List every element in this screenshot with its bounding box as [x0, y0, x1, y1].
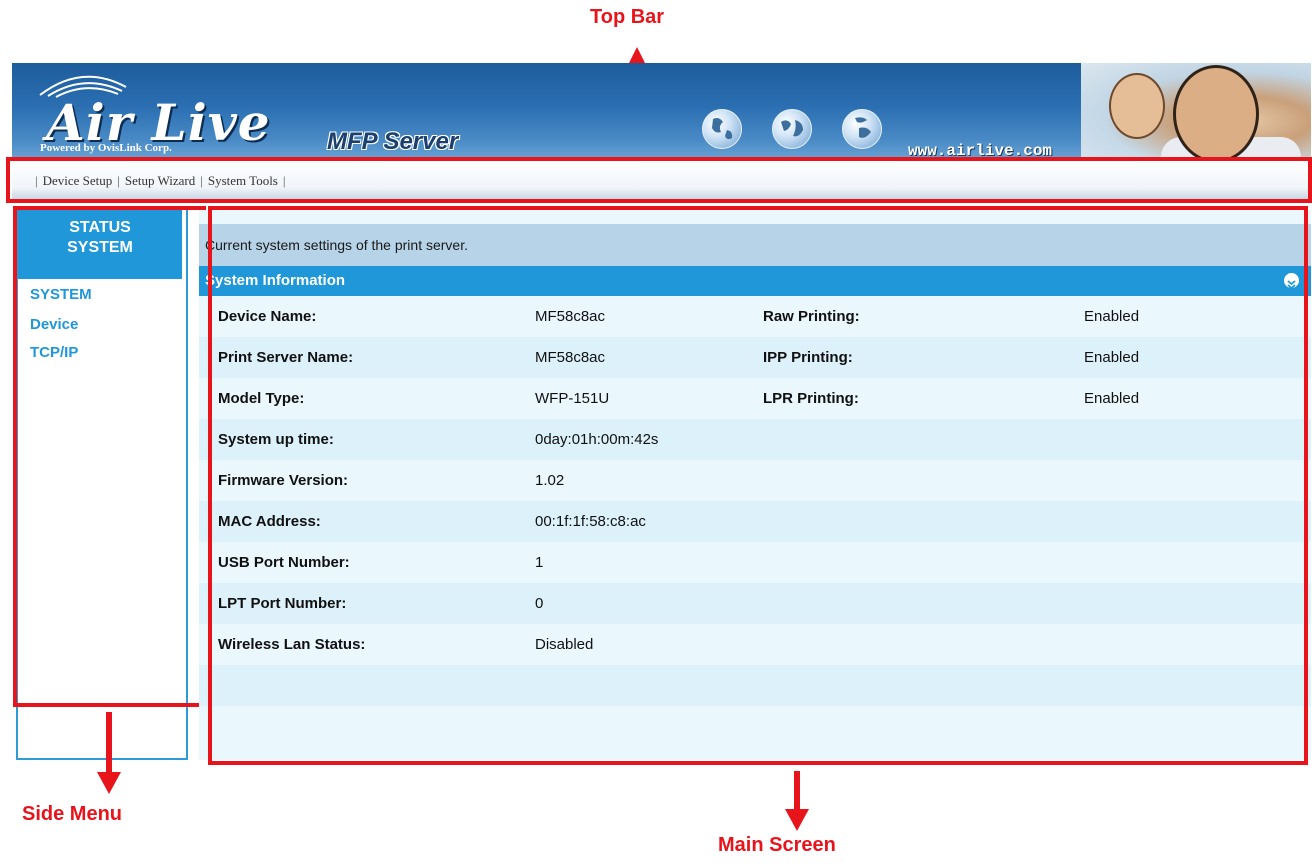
airlive-logo: Air Live Powered by OvisLink Corp.	[30, 69, 305, 154]
side-menu-highlight-box	[13, 206, 206, 707]
product-name: MFP Server	[327, 128, 459, 155]
top-bar-highlight-box	[6, 157, 1312, 203]
header-banner: Air Live Powered by OvisLink Corp. MFP S…	[12, 63, 1311, 160]
main-screen-annotation-label: Main Screen	[718, 834, 836, 856]
globe-icon	[842, 109, 882, 149]
down-arrow-icon	[785, 771, 809, 831]
globe-icon	[772, 109, 812, 149]
globe-icon	[702, 109, 742, 149]
main-screen-highlight-box	[208, 206, 1308, 765]
top-bar-annotation-label: Top Bar	[590, 6, 665, 28]
side-menu-annotation-label: Side Menu	[22, 803, 123, 825]
down-arrow-icon	[97, 712, 121, 794]
header-photo	[1081, 63, 1311, 160]
logo-subtitle: Powered by OvisLink Corp.	[40, 142, 172, 154]
